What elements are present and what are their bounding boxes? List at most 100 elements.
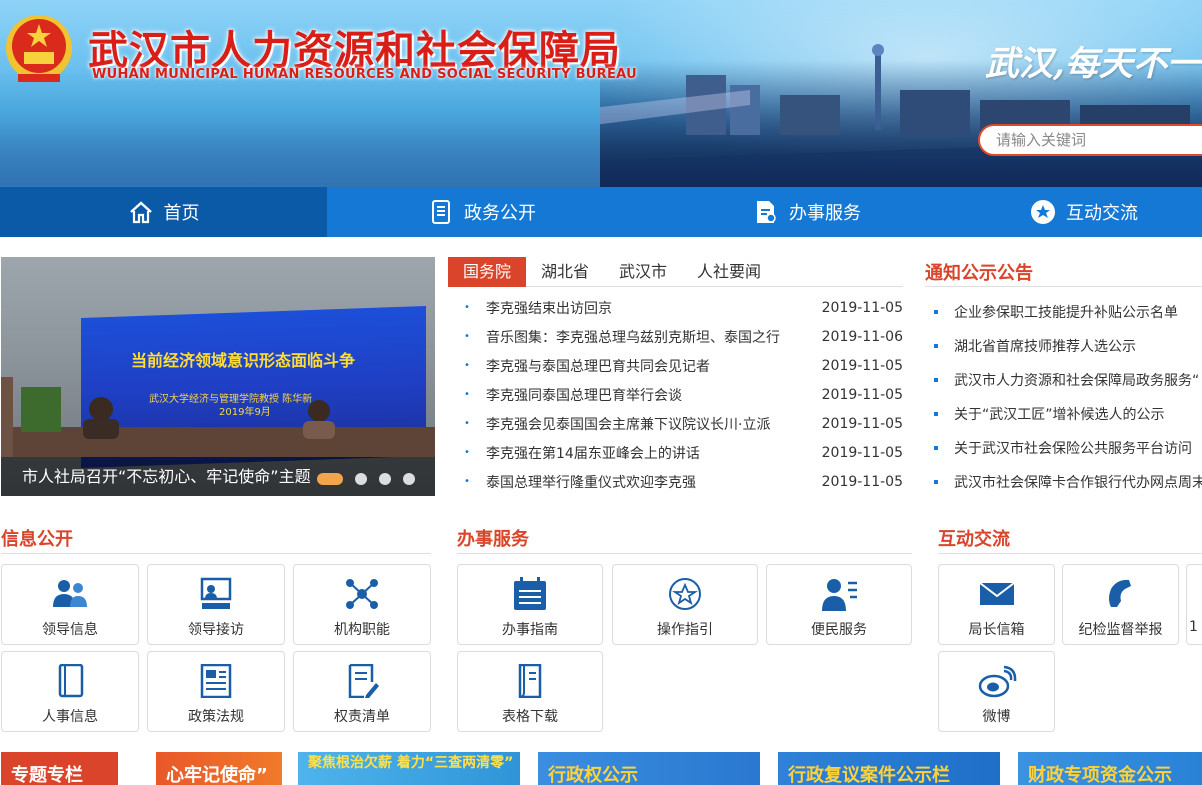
tile-weibo[interactable]: 微博 xyxy=(938,651,1055,732)
promo-special-topics[interactable]: 专题专栏 xyxy=(1,752,118,785)
header-banner: 武汉市人力资源和社会保障局 WUHAN MUNICIPAL HUMAN RESO… xyxy=(0,0,1202,187)
national-emblem xyxy=(6,15,72,82)
slider-dot-4[interactable] xyxy=(403,473,415,485)
tab-hr-news[interactable]: 人社要闻 xyxy=(682,257,776,287)
section-interact: 互动交流 xyxy=(938,526,1202,554)
slider-dot-1[interactable] xyxy=(317,473,343,485)
notice-item[interactable]: 关于武汉市社会保险公共服务平台访问 xyxy=(925,431,1202,465)
phone-icon xyxy=(1108,579,1131,607)
news-item[interactable]: • 泰国总理举行隆重仪式欢迎李克强 2019-11-05 xyxy=(448,467,903,496)
tile-label: 政策法规 xyxy=(188,709,244,725)
tab-hubei[interactable]: 湖北省 xyxy=(526,257,604,287)
news-title: 音乐图集：李克强总理乌兹别克斯坦、泰国之行 xyxy=(486,329,780,346)
news-date: 2019-11-05 xyxy=(821,386,903,403)
form-download-icon xyxy=(518,664,542,698)
tile-label: 局长信箱 xyxy=(968,622,1025,638)
notice-text: 武汉市社会保障卡合作银行代办网点周末 xyxy=(954,475,1202,491)
square-bullet-icon xyxy=(934,412,938,416)
notice-text: 湖北省首席技师推荐人选公示 xyxy=(954,339,1136,355)
mail-icon xyxy=(978,582,1015,605)
tile-form-download[interactable]: 表格下载 xyxy=(457,651,603,732)
news-date: 2019-11-05 xyxy=(821,299,903,316)
photo-slider[interactable]: 当前经济领域意识形态面临斗争 武汉大学经济与管理学院教授 陈华新 2019年9月… xyxy=(1,257,435,496)
tile-personnel-info[interactable]: 人事信息 xyxy=(1,651,139,732)
tile-convenience-service[interactable]: 便民服务 xyxy=(766,564,912,645)
tile-director-mailbox[interactable]: 局长信箱 xyxy=(938,564,1055,645)
banner-slogan: 武汉,每天不一 xyxy=(985,44,1201,84)
notice-list: 企业参保职工技能提升补贴公示名单 湖北省首席技师推荐人选公示 武汉市人力资源和社… xyxy=(925,295,1202,497)
notice-item[interactable]: 武汉市人力资源和社会保障局政务服务“ xyxy=(925,363,1202,397)
nav-services[interactable]: 办事服务 xyxy=(637,187,977,237)
document-icon xyxy=(432,200,450,224)
square-bullet-icon xyxy=(934,310,938,314)
tile-leader-info[interactable]: 领导信息 xyxy=(1,564,139,645)
notice-text: 关于武汉市社会保险公共服务平台访问 xyxy=(954,441,1192,457)
news-item[interactable]: • 李克强会见泰国国会主席兼下议院议长川·立派 2019-11-05 xyxy=(448,409,903,438)
star-circle-icon xyxy=(1031,200,1055,224)
news-item[interactable]: • 李克强与泰国总理巴育共同会见记者 2019-11-05 xyxy=(448,351,903,380)
newspaper-icon xyxy=(200,664,232,698)
tab-wuhan[interactable]: 武汉市 xyxy=(604,257,682,287)
nav-interaction[interactable]: 互动交流 xyxy=(977,187,1202,237)
tile-discipline-report[interactable]: 纪检监督举报 xyxy=(1062,564,1179,645)
news-title: 李克强结束出访回京 xyxy=(486,300,612,317)
nav-interaction-label: 互动交流 xyxy=(1066,203,1138,224)
notice-item[interactable]: 企业参保职工技能提升补贴公示名单 xyxy=(925,295,1202,329)
promo-admin-review[interactable]: 行政复议案件公示栏 xyxy=(778,752,1000,785)
slide-meeting-scene xyxy=(1,377,435,457)
nav-gov-affairs[interactable]: 政务公开 xyxy=(327,187,637,237)
news-list: • 李克强结束出访回京 2019-11-05 • 音乐图集：李克强总理乌兹别克斯坦、泰… xyxy=(448,293,903,496)
notice-item[interactable]: 关于“武汉工匠”增补候选人的公示 xyxy=(925,397,1202,431)
news-panel: 国务院 湖北省 武汉市 人社要闻 • 李克强结束出访回京 2019-11-05 • 音… xyxy=(448,257,903,497)
section-info: 信息公开 xyxy=(1,526,431,554)
tile-power-list[interactable]: 权责清单 xyxy=(293,651,431,732)
slide-screen-title: 当前经济领域意识形态面临斗争 xyxy=(131,351,356,370)
slider-dots xyxy=(317,473,415,485)
notice-item[interactable]: 湖北省首席技师推荐人选公示 xyxy=(925,329,1202,363)
tile-label: 1 xyxy=(1189,619,1198,635)
promo-special-funds[interactable]: 财政专项资金公示 xyxy=(1018,752,1202,785)
news-date: 2019-11-06 xyxy=(821,328,903,345)
news-title: 李克强在第14届东亚峰会上的讲话 xyxy=(486,445,700,462)
news-item[interactable]: • 音乐图集：李克强总理乌兹别克斯坦、泰国之行 2019-11-06 xyxy=(448,322,903,351)
tile-service-guide[interactable]: 办事指南 xyxy=(457,564,603,645)
tile-org-functions[interactable]: 机构职能 xyxy=(293,564,431,645)
news-item[interactable]: • 李克强在第14届东亚峰会上的讲话 2019-11-05 xyxy=(448,438,903,467)
notice-panel: 通知公示公告 企业参保职工技能提升补贴公示名单 湖北省首席技师推荐人选公示 武汉… xyxy=(925,257,1202,497)
news-tabs: 国务院 湖北省 武汉市 人社要闻 xyxy=(448,257,903,287)
news-date: 2019-11-05 xyxy=(821,357,903,374)
bullet-icon: • xyxy=(464,302,470,313)
nav-home-label: 首页 xyxy=(163,203,200,224)
promo-wage-arrears[interactable]: 聚焦根治欠薪 着力“三查两清零” xyxy=(298,752,520,785)
promo-admin-power[interactable]: 行政权公示 xyxy=(538,752,760,785)
slider-dot-2[interactable] xyxy=(355,473,367,485)
bullet-icon: • xyxy=(464,418,470,429)
search-input[interactable] xyxy=(978,124,1202,156)
nav-home[interactable]: 首页 xyxy=(0,187,327,237)
square-bullet-icon xyxy=(934,344,938,348)
slider-dot-3[interactable] xyxy=(379,473,391,485)
news-date: 2019-11-05 xyxy=(821,415,903,432)
book-icon xyxy=(58,664,84,698)
news-title: 李克强会见泰国国会主席兼下议院议长川·立派 xyxy=(486,416,771,433)
tile-interact-partial[interactable]: 1 xyxy=(1186,564,1202,645)
promo-mission[interactable]: 心牢记使命” xyxy=(156,752,282,785)
news-date: 2019-11-05 xyxy=(821,473,903,490)
tab-state-council[interactable]: 国务院 xyxy=(448,257,527,287)
list-edit-icon xyxy=(348,664,379,698)
tile-operation-guide[interactable]: 操作指引 xyxy=(612,564,758,645)
notice-text: 关于“武汉工匠”增补候选人的公示 xyxy=(954,407,1165,423)
tile-label: 人事信息 xyxy=(42,709,98,725)
star-badge-icon xyxy=(669,578,701,610)
notice-item[interactable]: 武汉市社会保障卡合作银行代办网点周末 xyxy=(925,465,1202,497)
notice-title[interactable]: 通知公示公告 xyxy=(925,257,1202,287)
news-item[interactable]: • 李克强同泰国总理巴育举行会谈 2019-11-05 xyxy=(448,380,903,409)
tile-policy-regulations[interactable]: 政策法规 xyxy=(147,651,285,732)
notice-text: 企业参保职工技能提升补贴公示名单 xyxy=(954,305,1178,321)
home-icon xyxy=(129,201,152,224)
news-item[interactable]: • 李克强结束出访回京 2019-11-05 xyxy=(448,293,903,322)
bullet-icon: • xyxy=(464,447,470,458)
tile-leader-reception[interactable]: 领导接访 xyxy=(147,564,285,645)
news-title: 泰国总理举行隆重仪式欢迎李克强 xyxy=(486,474,696,491)
tile-label: 操作指引 xyxy=(657,622,713,638)
